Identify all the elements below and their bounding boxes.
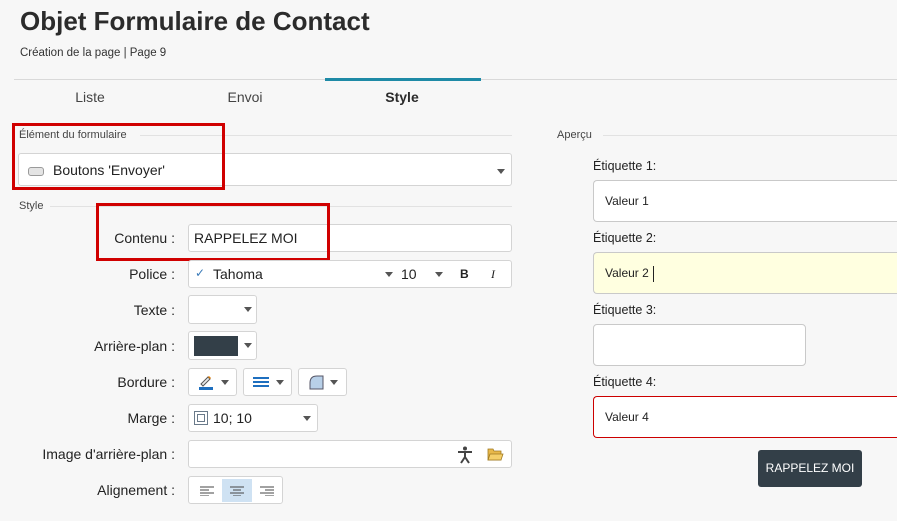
font-size[interactable]: 10 xyxy=(401,266,417,282)
breadcrumb: Création de la page | Page 9 xyxy=(20,47,167,59)
text-color-picker[interactable] xyxy=(188,295,257,324)
highlight-box xyxy=(12,123,225,190)
pen-color-icon xyxy=(198,376,213,390)
preview-field-input[interactable]: Valeur 1 xyxy=(593,180,897,222)
text-cursor xyxy=(652,265,654,282)
chevron-down-icon xyxy=(275,379,284,385)
align-right-button[interactable] xyxy=(252,479,282,502)
highlight-box xyxy=(96,203,330,261)
line-style-icon xyxy=(252,377,269,387)
preview-rule xyxy=(603,135,897,136)
tab-envoi[interactable]: Envoi xyxy=(170,89,320,105)
preview-field-input[interactable] xyxy=(593,324,806,366)
preview-field-label: Étiquette 2: xyxy=(593,231,657,245)
police-label: Police : xyxy=(129,266,175,282)
align-right-icon xyxy=(260,486,274,496)
police-toolbar: ✓ Tahoma 10 B I xyxy=(188,260,512,288)
chevron-down-icon xyxy=(243,343,252,348)
bordure-label: Bordure : xyxy=(117,374,175,390)
border-style-button[interactable] xyxy=(243,368,292,396)
image-label: Image d'arrière-plan : xyxy=(42,446,175,462)
marge-label: Marge : xyxy=(127,410,175,426)
chevron-down-icon xyxy=(220,379,229,385)
tab-active-indicator xyxy=(325,78,481,81)
style-section-label: Style xyxy=(19,200,44,212)
preview-field-label: Étiquette 4: xyxy=(593,375,657,389)
corner-radius-icon xyxy=(309,375,323,390)
arriere-plan-label: Arrière-plan : xyxy=(94,338,175,354)
chevron-down-icon xyxy=(243,307,252,312)
background-image-input[interactable] xyxy=(188,440,512,468)
align-center-button[interactable] xyxy=(222,479,252,502)
border-color-button[interactable] xyxy=(188,368,237,396)
font-name[interactable]: Tahoma xyxy=(213,266,263,282)
margin-select[interactable]: 10; 10 xyxy=(188,404,318,432)
preview-field-input-error[interactable]: Valeur 4 xyxy=(593,396,897,438)
border-radius-button[interactable] xyxy=(298,368,347,396)
tab-style[interactable]: Style xyxy=(327,89,477,105)
preview-field-value: Valeur 2 xyxy=(605,266,649,280)
tab-liste[interactable]: Liste xyxy=(15,89,165,105)
color-swatch xyxy=(193,335,238,356)
check-icon: ✓ xyxy=(195,266,206,280)
preview-field-input-focused[interactable]: Valeur 2 xyxy=(593,252,897,294)
align-center-icon xyxy=(230,486,244,496)
chevron-down-icon xyxy=(303,416,311,421)
color-swatch xyxy=(193,299,238,320)
italic-button[interactable]: I xyxy=(491,267,495,282)
chevron-down-icon[interactable] xyxy=(435,272,443,277)
preview-label: Aperçu xyxy=(557,129,592,141)
margin-value: 10; 10 xyxy=(213,410,252,426)
accessibility-icon[interactable] xyxy=(457,446,473,464)
chevron-down-icon[interactable] xyxy=(385,272,393,277)
texte-label: Texte : xyxy=(133,302,175,318)
align-left-button[interactable] xyxy=(192,479,222,502)
bold-button[interactable]: B xyxy=(460,267,469,281)
chevron-down-icon xyxy=(329,379,338,385)
folder-icon[interactable] xyxy=(487,447,504,461)
preview-field-label: Étiquette 1: xyxy=(593,159,657,173)
preview-field-label: Étiquette 3: xyxy=(593,303,657,317)
margin-icon xyxy=(194,411,208,425)
preview-submit-button[interactable]: RAPPELEZ MOI xyxy=(758,450,862,487)
page-title: Objet Formulaire de Contact xyxy=(20,6,370,36)
alignement-label: Alignement : xyxy=(97,482,175,498)
background-color-picker[interactable] xyxy=(188,331,257,360)
alignment-group xyxy=(188,476,283,504)
align-left-icon xyxy=(200,486,214,496)
chevron-down-icon xyxy=(497,169,505,174)
